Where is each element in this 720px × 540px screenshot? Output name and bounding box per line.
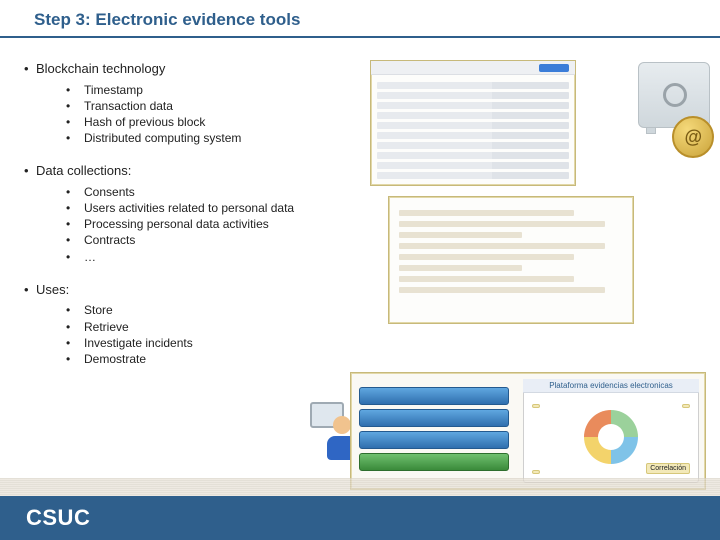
list-item: Investigate incidents <box>84 335 193 351</box>
list-item: Distributed computing system <box>84 130 241 146</box>
diagram-platform-panel: Plataforma evidencias electronicas Corre… <box>523 379 699 483</box>
list-item: Transaction data <box>84 98 173 114</box>
slide: Step 3: Electronic evidence tools •Block… <box>0 0 720 540</box>
list-item: Store <box>84 302 113 318</box>
list-item: … <box>84 249 96 265</box>
heading-text: Blockchain technology <box>36 61 165 76</box>
title-underline <box>0 36 720 38</box>
list-item: Consents <box>84 184 135 200</box>
illustration-form-screenshot <box>388 196 634 324</box>
section-heading-blockchain: •Blockchain technology <box>24 60 404 78</box>
logo-text: CSUC <box>26 505 90 531</box>
architecture-diagram: Plataforma evidencias electronicas Corre… <box>350 372 706 490</box>
diagram-tag <box>532 404 540 408</box>
section-heading-uses: •Uses: <box>24 281 404 299</box>
section-items-blockchain: •Timestamp •Transaction data •Hash of pr… <box>66 82 404 147</box>
section-heading-data: •Data collections: <box>24 162 404 180</box>
list-item: Users activities related to personal dat… <box>84 200 294 216</box>
diagram-servers <box>359 383 509 475</box>
heading-text: Data collections: <box>36 163 131 178</box>
coin-at-icon: @ <box>672 116 714 158</box>
list-item: Hash of previous block <box>84 114 205 130</box>
heading-text: Uses: <box>36 282 69 297</box>
cycle-icon <box>584 410 638 464</box>
illustration-table-screenshot <box>370 60 576 186</box>
section-items-data: •Consents •Users activities related to p… <box>66 184 404 265</box>
csuc-logo: CSUC <box>26 505 90 531</box>
footer-texture <box>0 478 720 496</box>
list-item: Processing personal data activities <box>84 216 269 232</box>
list-item: Contracts <box>84 232 135 248</box>
diagram-panel-title: Plataforma evidencias electronicas <box>523 379 699 393</box>
list-item: Demostrate <box>84 351 146 367</box>
list-item: Retrieve <box>84 319 129 335</box>
diagram-tag-correlation: Correlación <box>646 463 690 474</box>
footer-bar: CSUC <box>0 496 720 540</box>
coin-glyph: @ <box>684 127 702 148</box>
diagram-tag <box>682 404 690 408</box>
content-area: •Blockchain technology •Timestamp •Trans… <box>24 54 404 367</box>
list-item: Timestamp <box>84 82 143 98</box>
section-items-uses: •Store •Retrieve •Investigate incidents … <box>66 302 404 367</box>
slide-title: Step 3: Electronic evidence tools <box>34 10 300 30</box>
diagram-tag <box>532 470 540 474</box>
